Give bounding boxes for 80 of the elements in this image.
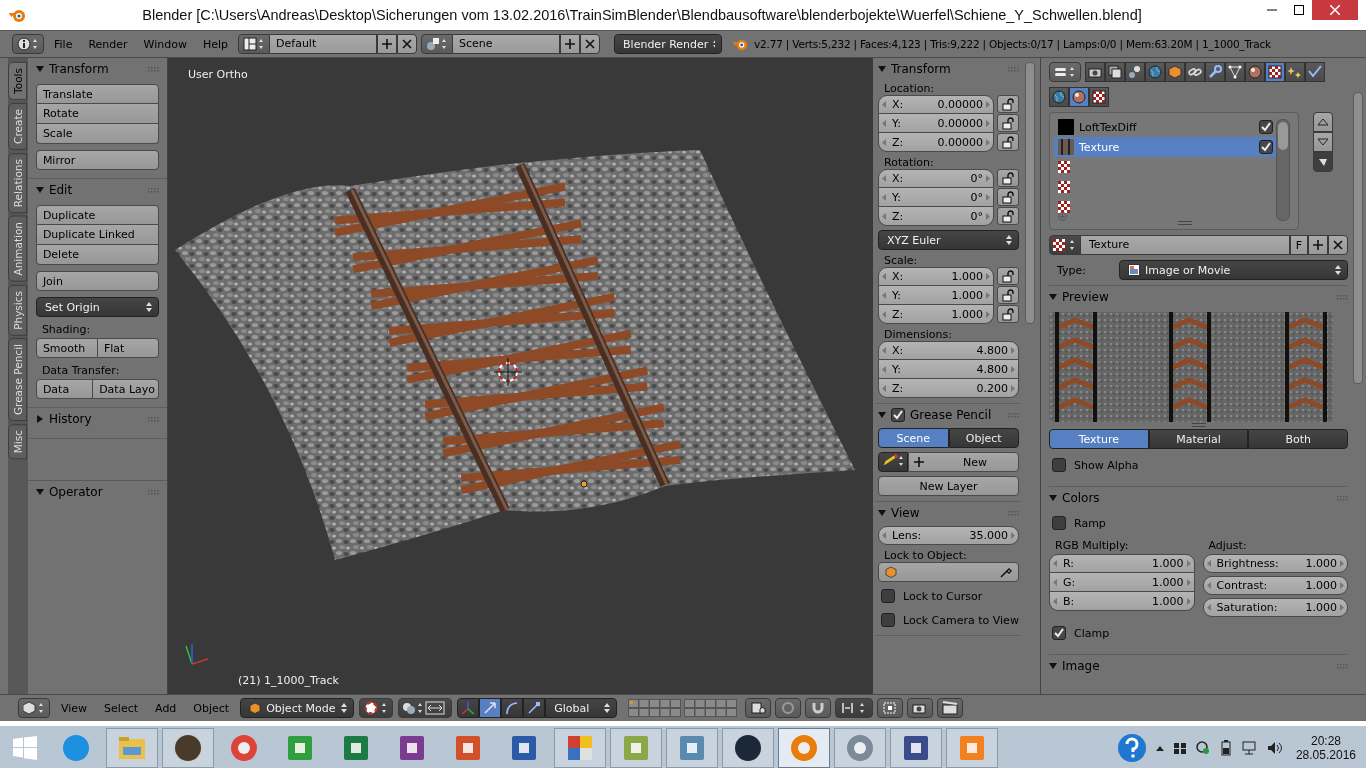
shelf-tab[interactable]: Create: [8, 102, 27, 150]
clock-time[interactable]: 20:28: [1310, 733, 1341, 748]
tool-button[interactable]: Mirror: [35, 150, 159, 170]
shelf-tab[interactable]: Grease Pencil: [8, 338, 27, 422]
panel-title: Edit: [48, 183, 73, 197]
scene-statistics: v2.77 | Verts:5,232 | Faces:4,123 | Tris:9,222 | Objects:0/17 | Lamps:0/0 | Mem:63.20M | 1_1000_Track: [754, 38, 1271, 50]
checkbox-label: Show Alpha: [1074, 458, 1139, 472]
slot-name: LoftTexDiff: [1079, 120, 1138, 134]
dropdown[interactable]: Set Origin: [35, 297, 159, 317]
checkbox-label: Lock to Cursor: [903, 589, 983, 603]
tool-button[interactable]: Duplicate Linked: [35, 225, 159, 245]
texture-name-field[interactable]: Texture: [1081, 235, 1290, 255]
layout-name-field[interactable]: Default: [270, 34, 378, 54]
clock-date[interactable]: 28.05.2016: [1295, 747, 1356, 762]
orientation-dropdown[interactable]: Global: [545, 698, 618, 718]
shelf-tab[interactable]: Physics: [8, 284, 27, 336]
tool-button[interactable]: Duplicate: [35, 205, 159, 225]
section-label: Shading:: [40, 323, 92, 336]
menu-item[interactable]: Add: [149, 701, 183, 715]
menu-item[interactable]: Render: [82, 37, 134, 51]
tool-button[interactable]: Flat: [97, 338, 159, 358]
panel-title: Grease Pencil: [910, 408, 992, 422]
shelf-tab[interactable]: Misc: [8, 424, 27, 460]
shelf-tab[interactable]: Tools: [8, 62, 27, 100]
field-label: Dimensions:: [883, 328, 953, 341]
render-engine-dropdown[interactable]: Blender Render: [614, 34, 723, 54]
panel-title: Transform: [891, 62, 951, 76]
view-name-label: User Ortho: [188, 68, 248, 81]
menu-item[interactable]: Select: [98, 701, 145, 715]
menu-item[interactable]: View: [55, 701, 94, 715]
shelf-tab[interactable]: Relations: [8, 152, 27, 213]
checkbox-label: Ramp: [1074, 516, 1106, 530]
panel-title: History: [48, 412, 92, 426]
3d-viewport[interactable]: User Ortho (21) 1_1000_Track: [168, 58, 873, 694]
texture-slot[interactable]: Texture: [1054, 137, 1276, 157]
panel-title: Operator: [48, 485, 103, 499]
tool-button[interactable]: Translate: [35, 84, 159, 104]
field-label: Rotation:: [883, 156, 935, 169]
new-button[interactable]: New: [908, 452, 1019, 472]
section-label: Data Transfer:: [40, 364, 121, 377]
shelf-tab[interactable]: Animation: [8, 216, 27, 282]
tool-button[interactable]: Join: [35, 271, 159, 291]
mode-dropdown[interactable]: Object Mode: [240, 698, 355, 718]
field-label: Lock to Object:: [883, 549, 968, 562]
action-button[interactable]: New Layer: [878, 476, 1019, 496]
field-label: Type:: [1056, 263, 1087, 277]
tool-button[interactable]: Delete: [35, 245, 159, 265]
scene-name-field[interactable]: Scene: [453, 34, 561, 54]
field-label: Location:: [883, 82, 936, 95]
slot-name: Texture: [1079, 140, 1121, 154]
panel-title: Transform: [48, 62, 109, 76]
tool-button[interactable]: Smooth: [35, 338, 98, 358]
tool-button[interactable]: Data: [35, 379, 94, 399]
checkbox-label: Lock Camera to View: [903, 613, 1019, 627]
panel-title: Colors: [1062, 491, 1100, 505]
field-label: Scale:: [883, 254, 919, 267]
toggle-option[interactable]: Material: [1148, 429, 1249, 449]
menu-item[interactable]: Window: [137, 37, 193, 51]
window-title: Blender [C:\Users\Andreas\Desktop\Sicherungen vom 13.02.2016\TrainSimBlender\Blendbausoftware\blenderbojekte\Wuerfel\Schiene_Y_Schwellen.blend]: [141, 7, 1143, 23]
field-label: Adjust:: [1207, 539, 1248, 552]
panel-title: Image: [1062, 659, 1100, 673]
toggle-option[interactable]: Texture: [1049, 429, 1149, 449]
menu-item[interactable]: File: [48, 37, 79, 51]
toggle-option[interactable]: Scene: [878, 428, 949, 448]
tool-button[interactable]: Data Layo: [93, 379, 159, 399]
texture-slot[interactable]: LoftTexDiff: [1054, 117, 1276, 137]
dropdown[interactable]: XYZ Euler: [878, 230, 1019, 250]
toggle-option[interactable]: Both: [1248, 429, 1348, 449]
panel-title: Preview: [1062, 290, 1109, 304]
texture-type-dropdown[interactable]: Image or Movie: [1119, 260, 1348, 280]
menu-item[interactable]: Help: [196, 37, 235, 51]
panel-title: View: [891, 506, 920, 520]
toggle-option[interactable]: Object: [948, 428, 1019, 448]
tool-button[interactable]: Scale: [35, 124, 159, 144]
fake-user-button[interactable]: F: [1290, 235, 1308, 255]
object-info-label: (21) 1_1000_Track: [238, 674, 339, 687]
tool-button[interactable]: Rotate: [35, 104, 159, 124]
field-label: RGB Multiply:: [1054, 539, 1130, 552]
checkbox-label: Clamp: [1074, 626, 1110, 640]
menu-item[interactable]: Object: [187, 701, 236, 715]
